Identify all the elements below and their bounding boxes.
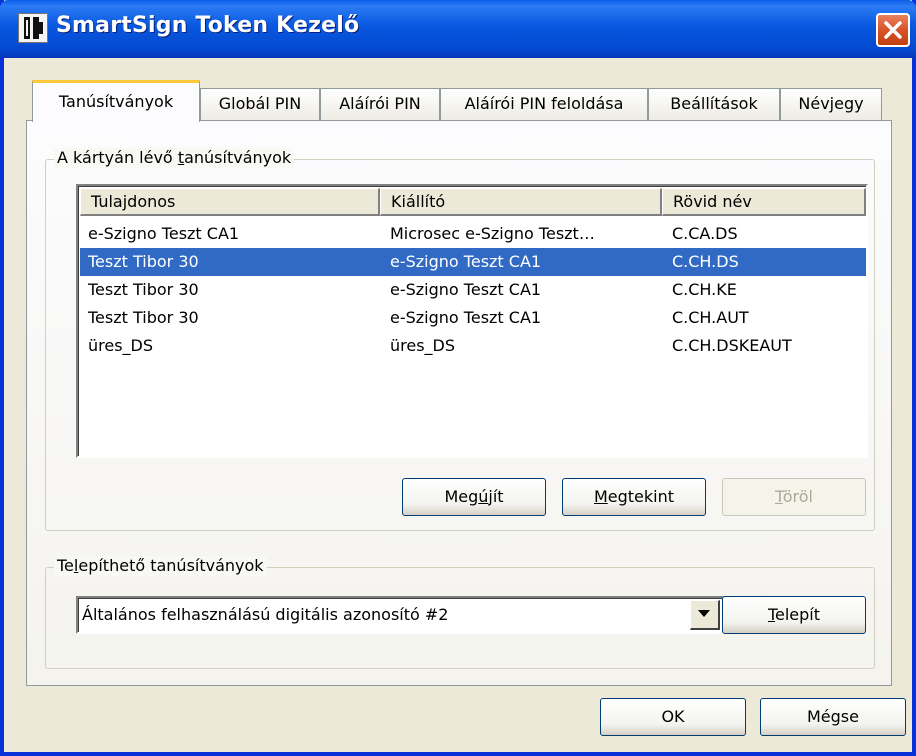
table-row[interactable]: üres_DS üres_DS C.CH.DSKEAUT [80,332,866,360]
renew-button[interactable]: Megújít [402,478,546,516]
cell-owner: Teszt Tibor 30 [88,280,199,299]
table-row[interactable]: e-Szigno Teszt CA1 Microsec e-Szigno Tes… [80,220,866,248]
smartsign-app-icon [18,13,48,43]
view-button[interactable]: Megtekint [562,478,706,516]
table-row-selected[interactable]: Teszt Tibor 30 e-Szigno Teszt CA1 C.CH.D… [80,248,866,276]
tab-label: Globál PIN [218,94,302,113]
certificates-tab-panel: A kártyán lévő tanúsítványok Tulajdonos … [26,120,892,686]
install-button[interactable]: Telepít [722,596,866,634]
column-header-short-name[interactable]: Rövid név [662,188,866,216]
cell-short-name: C.CH.DS [672,252,739,271]
cell-owner: e-Szigno Teszt CA1 [88,224,240,243]
cell-short-name: C.CH.AUT [672,308,749,327]
installable-certificate-dropdown[interactable]: Általános felhasználású digitális azonos… [76,596,724,634]
delete-button[interactable]: Töröl [722,478,866,516]
cell-owner: Teszt Tibor 30 [88,308,199,327]
tab-settings[interactable]: Beállítások [648,88,780,120]
dialog-window: SmartSign Token Kezelő Tanúsítványok Glo… [0,0,916,756]
certificates-list[interactable]: Tulajdonos Kiállító Rövid név e-Szigno T… [76,184,868,458]
cell-short-name: C.CH.KE [672,280,737,299]
card-certificates-legend: A kártyán lévő tanúsítványok [54,148,295,168]
tab-label: Névjegy [798,94,864,113]
table-row[interactable]: Teszt Tibor 30 e-Szigno Teszt CA1 C.CH.K… [80,276,866,304]
close-button[interactable] [876,13,910,47]
tab-unlock-signer-pin[interactable]: Aláírói PIN feloldása [440,88,648,120]
tab-certificates[interactable]: Tanúsítványok [32,80,200,122]
cell-issuer: üres_DS [390,336,456,355]
dropdown-selected-value: Általános felhasználású digitális azonos… [82,605,449,624]
cancel-button[interactable]: Mégse [760,698,906,736]
column-header-owner[interactable]: Tulajdonos [80,188,380,216]
tab-label: Aláírói PIN feloldása [464,94,624,113]
cell-short-name: C.CA.DS [672,224,738,243]
cell-issuer: e-Szigno Teszt CA1 [390,252,542,271]
ok-button[interactable]: OK [600,698,746,736]
tab-label: Aláírói PIN [339,94,421,113]
tab-about[interactable]: Névjegy [780,88,882,120]
tab-label: Beállítások [670,94,758,113]
dropdown-arrow-button[interactable] [690,600,720,630]
cell-owner: üres_DS [88,336,154,355]
tab-global-pin[interactable]: Globál PIN [200,88,320,120]
table-row[interactable]: Teszt Tibor 30 e-Szigno Teszt CA1 C.CH.A… [80,304,866,332]
cell-issuer: Microsec e-Szigno Teszt… [390,224,595,243]
column-header-issuer[interactable]: Kiállító [380,188,662,216]
card-certificates-group: A kártyán lévő tanúsítványok Tulajdonos … [45,148,875,531]
tab-signer-pin[interactable]: Aláírói PIN [320,88,440,120]
cell-owner: Teszt Tibor 30 [88,252,199,271]
cell-issuer: e-Szigno Teszt CA1 [390,308,542,327]
window-title: SmartSign Token Kezelő [56,13,360,38]
cell-issuer: e-Szigno Teszt CA1 [390,280,542,299]
tab-label: Tanúsítványok [58,92,174,111]
close-icon [884,21,902,39]
title-bar[interactable]: SmartSign Token Kezelő [0,0,916,58]
chevron-down-icon [698,610,710,617]
installable-certificates-legend: Telepíthető tanúsítványok [54,556,267,576]
installable-certificates-group: Telepíthető tanúsítványok Általános felh… [45,556,875,669]
cell-short-name: C.CH.DSKEAUT [672,336,792,355]
list-header: Tulajdonos Kiállító Rövid név [80,188,866,216]
